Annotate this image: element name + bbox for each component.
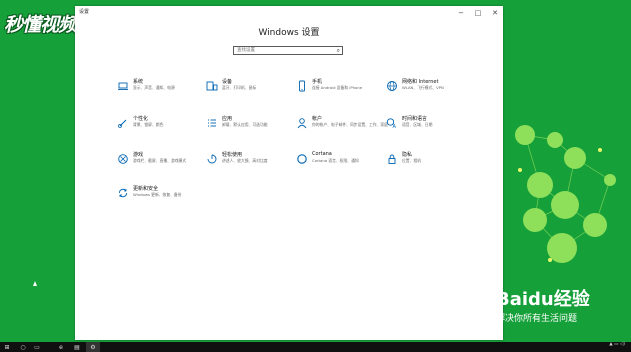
svg-text:A: A: [393, 124, 397, 129]
tile-update-security[interactable]: 更新和安全 Windows 更新、恢复、备份: [117, 184, 203, 210]
tile-accounts[interactable]: 帐户 你的帐户、电子邮件、同步设置、工作、家庭: [296, 114, 388, 140]
tile-title: 应用: [222, 116, 233, 122]
windows-icon: ⊞: [4, 343, 10, 351]
tile-desc: 卸载、默认应用、可选功能: [222, 122, 268, 127]
tile-title: 隐私: [402, 152, 413, 158]
tile-desc: 蓝牙、打印机、鼠标: [222, 85, 257, 90]
tile-desc: 语音、区域、日期: [402, 122, 433, 127]
explorer-icon: ▤: [74, 343, 80, 351]
maximize-button[interactable]: □: [470, 6, 486, 19]
apps-icon: [206, 114, 218, 127]
tile-title: 设备: [222, 79, 233, 85]
tile-desc: 显示、声音、通知、电源: [133, 85, 175, 90]
tile-title: 时间和语言: [402, 116, 428, 122]
tile-desc: 你的帐户、电子邮件、同步设置、工作、家庭: [312, 122, 388, 127]
title-bar: 设置 − □ ✕: [75, 6, 503, 19]
tile-title: 游戏: [133, 152, 144, 158]
tile-title: 轻松使用: [222, 152, 243, 158]
tile-devices[interactable]: 设备 蓝牙、打印机、鼠标: [206, 77, 292, 103]
tile-network[interactable]: 网络和 Internet WLAN、飞行模式、VPN: [386, 77, 472, 103]
baidu-logo: Baidu经验 解决你所有生活问题: [496, 289, 590, 325]
mouse-cursor: [33, 281, 37, 286]
laptop-icon: [117, 77, 129, 90]
tile-gaming[interactable]: 游戏 游戏栏、截屏、直播、游戏模式: [117, 150, 203, 176]
system-tray[interactable]: ▲ ▭ ◁): [609, 342, 625, 347]
page-title: Windows 设置: [258, 28, 320, 38]
devices-icon: [206, 77, 218, 91]
tile-apps[interactable]: 应用 卸载、默认应用、可选功能: [206, 114, 292, 140]
baidu-slogan: 解决你所有生活问题: [496, 314, 578, 324]
start-button[interactable]: ⊞: [0, 342, 14, 352]
search-box[interactable]: ⌕: [233, 46, 343, 55]
settings-window: 设置 − □ ✕ Windows 设置 ⌕ 系统 显示、声音、通知、电源 设备 …: [75, 6, 503, 340]
tile-title: Cortana: [312, 151, 332, 157]
task-view-button[interactable]: ▭: [30, 342, 44, 352]
lock-icon: [386, 150, 398, 164]
minimize-button[interactable]: −: [453, 6, 469, 19]
tile-cortana[interactable]: Cortana Cortana 语言、权限、通知: [296, 150, 382, 176]
tile-system[interactable]: 系统 显示、声音、通知、电源: [117, 77, 203, 103]
tile-desc: 连接 Android 设备和 iPhone: [312, 85, 363, 90]
search-icon: ○: [20, 343, 26, 351]
taskbar: ⊞ ○ ▭ e ▤ ⚙ ▲ ▭ ◁): [0, 342, 631, 352]
taskbar-settings[interactable]: ⚙: [86, 342, 100, 352]
cortana-icon: [296, 150, 308, 164]
tile-personalization[interactable]: 个性化 背景、锁屏、颜色: [117, 114, 203, 140]
tile-desc: Cortana 语言、权限、通知: [312, 158, 359, 163]
tile-title: 网络和 Internet: [402, 79, 439, 85]
gear-icon: ⚙: [90, 343, 96, 351]
globe-icon: [386, 77, 398, 91]
paintbrush-icon: [117, 114, 129, 128]
search-icon: ⌕: [336, 47, 340, 54]
watermark-logo: 秒懂视频: [4, 14, 77, 36]
taskbar-app[interactable]: e: [54, 342, 68, 352]
tile-ease-of-access[interactable]: 轻松使用 讲述人、放大镜、高对比度: [206, 150, 292, 176]
tile-title: 帐户: [312, 116, 323, 122]
decorative-graphic: [515, 125, 616, 263]
person-icon: [296, 114, 308, 129]
xbox-icon: [117, 150, 129, 164]
phone-icon: [296, 77, 308, 92]
tile-title: 手机: [312, 79, 323, 85]
tile-desc: Windows 更新、恢复、备份: [133, 192, 182, 197]
tile-desc: 位置、相机: [402, 158, 421, 163]
ease-of-access-icon: [206, 150, 218, 164]
time-language-icon: A: [386, 114, 398, 130]
task-view-icon: ▭: [34, 343, 40, 351]
baidu-logo-text: Baidu经验: [496, 289, 590, 310]
update-icon: [117, 184, 129, 198]
tile-desc: WLAN、飞行模式、VPN: [402, 85, 444, 90]
tile-desc: 背景、锁屏、颜色: [133, 122, 164, 127]
search-taskbar-button[interactable]: ○: [16, 342, 30, 352]
taskbar-app[interactable]: ▤: [70, 342, 84, 352]
tile-phone[interactable]: 手机 连接 Android 设备和 iPhone: [296, 77, 382, 103]
tile-title: 更新和安全: [133, 186, 159, 192]
tile-desc: 游戏栏、截屏、直播、游戏模式: [133, 158, 187, 163]
tile-title: 系统: [133, 79, 144, 85]
tile-title: 个性化: [133, 116, 149, 122]
tile-privacy[interactable]: 隐私 位置、相机: [386, 150, 472, 176]
window-title: 设置: [79, 9, 90, 15]
search-input[interactable]: [234, 47, 332, 54]
edge-icon: e: [59, 343, 63, 351]
close-button[interactable]: ✕: [487, 6, 503, 19]
tile-time-language[interactable]: A 时间和语言 语音、区域、日期: [386, 114, 472, 140]
tile-desc: 讲述人、放大镜、高对比度: [222, 158, 268, 163]
